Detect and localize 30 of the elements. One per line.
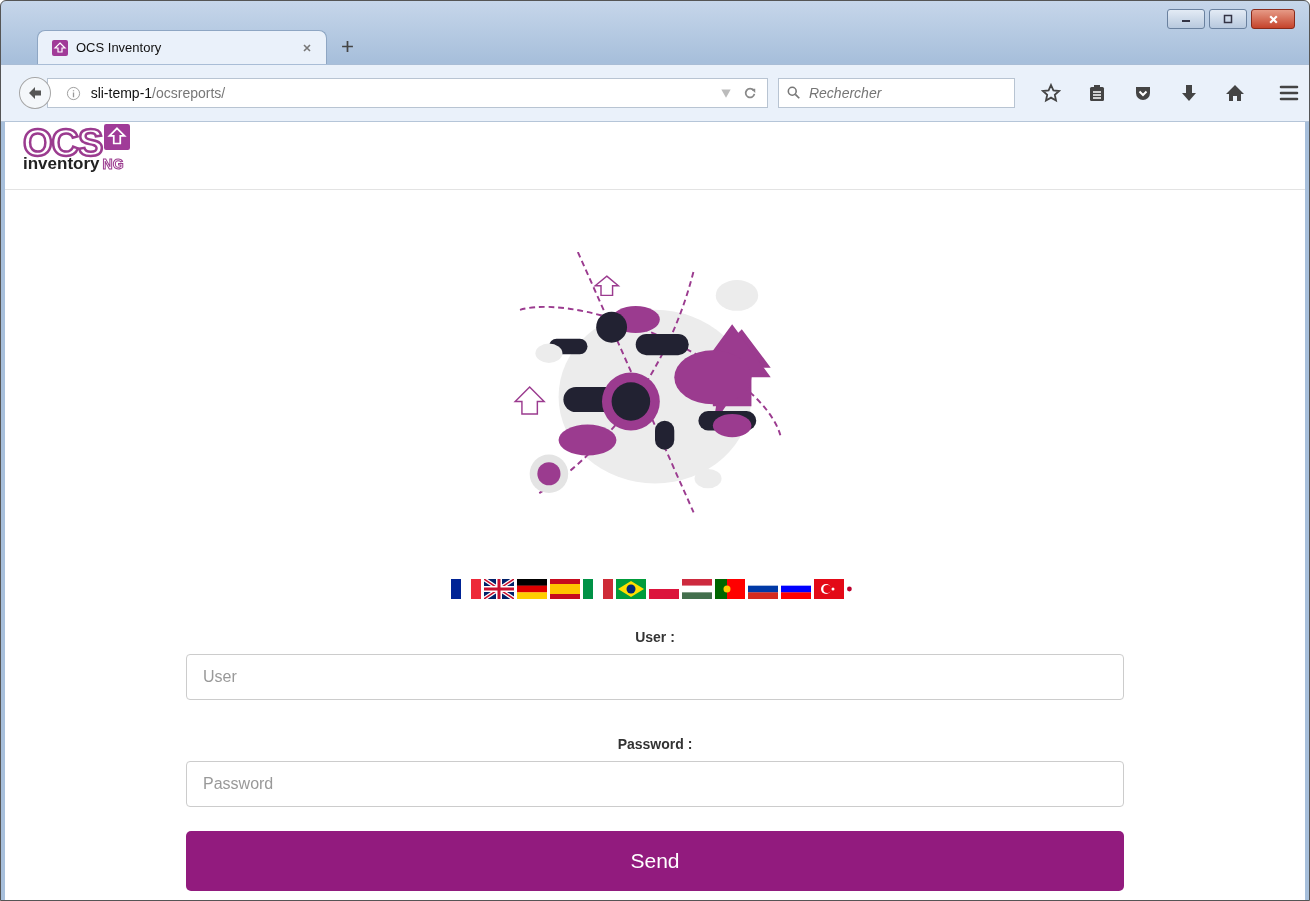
send-button[interactable]: Send: [186, 831, 1124, 891]
close-button[interactable]: [1251, 9, 1295, 29]
flag-icon[interactable]: [484, 579, 514, 599]
new-tab-icon[interactable]: [341, 40, 354, 53]
close-icon: [1267, 13, 1279, 25]
star-icon[interactable]: [1041, 83, 1061, 103]
tab-title: OCS Inventory: [76, 40, 163, 55]
back-button[interactable]: [19, 77, 51, 109]
user-label: User :: [635, 629, 675, 645]
close-icon[interactable]: [302, 42, 312, 53]
minimize-button[interactable]: [1167, 9, 1205, 29]
arrow-up-icon: [52, 39, 68, 56]
maximize-button[interactable]: [1209, 9, 1247, 29]
logo-suffix: NG: [102, 156, 124, 172]
address-bar[interactable]: sli-temp-1/ocsreports/: [46, 78, 768, 108]
flag-icon[interactable]: [616, 579, 646, 599]
menu-icon[interactable]: [1279, 83, 1299, 103]
password-label: Password :: [617, 736, 693, 752]
maximize-icon: [1223, 14, 1233, 24]
clipboard-icon[interactable]: [1087, 83, 1107, 103]
user-field[interactable]: User: [186, 654, 1124, 700]
password-field[interactable]: Password: [186, 761, 1124, 807]
reload-icon[interactable]: [742, 86, 757, 100]
search-field[interactable]: Rechercher: [777, 78, 1015, 108]
home-icon[interactable]: [1225, 83, 1245, 103]
flag-icon[interactable]: [517, 579, 547, 599]
url-text: sli-temp-1/ocsreports/: [90, 85, 227, 101]
download-icon[interactable]: [1179, 83, 1199, 103]
browser-tab[interactable]: OCS Inventory: [37, 30, 327, 64]
flag-icon[interactable]: [451, 579, 481, 599]
